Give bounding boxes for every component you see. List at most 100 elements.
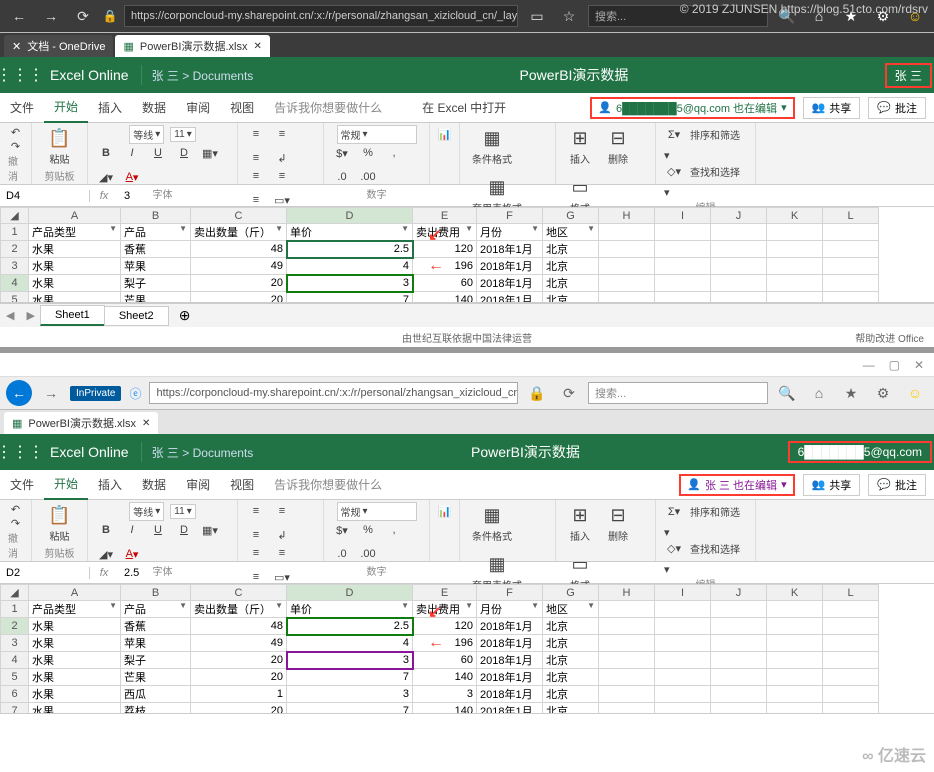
search-icon[interactable]: 🔍 [774,380,800,406]
double-underline-button[interactable]: D [174,144,194,162]
col-header[interactable]: J [711,208,767,224]
col-header[interactable]: I [655,208,711,224]
italic-button[interactable]: I [122,521,142,539]
url-input[interactable]: https://corponcloud-my.sharepoint.cn/:x:… [124,5,518,27]
tab-home[interactable]: 开始 [44,470,88,500]
col-header[interactable]: E [413,208,477,224]
refresh-button[interactable]: ⟳ [556,380,582,406]
share-button[interactable]: 👥 共享 [803,97,861,119]
fx-icon[interactable]: fx [90,567,118,579]
tab-file[interactable]: 文件 [0,93,44,123]
tab-data[interactable]: 数据 [132,470,176,500]
add-sheet-button[interactable]: ⊕ [169,307,201,324]
home-icon[interactable]: ⌂ [806,380,832,406]
smile-icon[interactable]: ☺ [902,380,928,406]
wrap-text-icon[interactable]: ↲ [272,526,292,544]
tab-view[interactable]: 视图 [220,93,264,123]
italic-button[interactable]: I [122,144,142,162]
tab-home[interactable]: 开始 [44,93,88,123]
find-button[interactable]: 查找和选择 [690,541,740,556]
spreadsheet-grid-2[interactable]: ◢ A B C D E F G H I J K L 1产品类型▼产品▼卖出数量（… [0,584,934,714]
currency-icon[interactable]: $▾ [332,521,352,539]
tab-file[interactable]: 文件 [0,470,44,500]
tab-insert[interactable]: 插入 [88,470,132,500]
align-center-icon[interactable]: ≡ [272,167,292,185]
survey-icon[interactable]: 📊 [435,125,455,143]
bold-button[interactable]: B [96,521,116,539]
open-in-excel[interactable]: 在 Excel 中打开 [412,93,516,123]
fx-icon[interactable]: fx [90,190,118,202]
current-user[interactable]: 张 三 [885,63,932,88]
wrap-text-icon[interactable]: ↲ [272,149,292,167]
double-underline-button[interactable]: D [174,521,194,539]
col-header[interactable]: C [191,585,287,601]
app-launcher-icon[interactable]: ⋮⋮⋮ [2,434,38,470]
back-button[interactable]: ← [6,380,32,406]
font-size-select[interactable]: 11 ▾ [170,504,195,519]
align-bot-icon[interactable]: ≡ [246,149,266,167]
tab-insert[interactable]: 插入 [88,93,132,123]
number-format-select[interactable]: 常规 ▾ [337,502,417,521]
coediting-indicator[interactable]: 👤 6███████5@qq.com 也在编辑 ▾ [590,97,794,119]
align-left-icon[interactable]: ≡ [246,544,266,562]
insert-cells-button[interactable]: ⊞插入 [564,125,596,168]
filter-icon[interactable]: ▼ [109,224,117,233]
col-header[interactable]: L [823,208,879,224]
delete-cells-button[interactable]: ⊟删除 [602,502,634,545]
maximize-icon[interactable]: ▢ [889,358,900,372]
tab-view[interactable]: 视图 [220,470,264,500]
fill-color-button[interactable]: ◢▾ [96,168,116,186]
forward-button[interactable]: → [38,380,64,406]
col-header[interactable]: K [767,585,823,601]
font-color-button[interactable]: A▾ [122,168,142,186]
number-format-select[interactable]: 常规 ▾ [337,125,417,144]
dec-decimal-icon[interactable]: .00 [358,545,378,563]
comma-icon[interactable]: , [384,144,404,162]
browser-tab-onedrive[interactable]: ✕ 文档 - OneDrive [4,35,113,57]
col-header[interactable]: F [477,208,543,224]
survey-icon[interactable]: 📊 [435,502,455,520]
col-header[interactable]: B [121,208,191,224]
border-button[interactable]: ▦▾ [200,144,220,162]
find-button[interactable]: 查找和选择 [690,164,740,179]
sheet-nav-next[interactable]: ▶ [20,309,40,322]
col-header[interactable]: G [543,585,599,601]
close-icon[interactable]: ✕ [914,358,924,372]
currency-icon[interactable]: $▾ [332,144,352,162]
tab-review[interactable]: 审阅 [176,470,220,500]
spreadsheet-grid-1[interactable]: ◢ A B C D E F G H I J K L 1产品类型▼产品▼卖出数量（… [0,207,934,303]
font-select[interactable]: 等线 ▾ [129,502,164,521]
redo-icon[interactable]: ↷ [6,139,26,153]
col-header[interactable]: C [191,208,287,224]
align-bot-icon[interactable]: ≡ [246,526,266,544]
undo-icon[interactable]: ↶ [6,502,26,516]
close-icon[interactable]: ✕ [142,418,150,429]
comments-button[interactable]: 💬 批注 [868,474,926,496]
select-all[interactable]: ◢ [1,208,29,224]
col-header[interactable]: J [711,585,767,601]
tell-me-input[interactable]: 告诉我你想要做什么 [264,93,392,123]
col-header[interactable]: D [287,585,413,601]
favs-icon[interactable]: ★ [838,380,864,406]
sheet-tab[interactable]: Sheet1 [40,305,105,326]
current-user[interactable]: 6███████5@qq.com [788,441,932,463]
underline-button[interactable]: U [148,521,168,539]
cond-format-button[interactable]: ▦条件格式 [468,502,516,545]
name-box[interactable]: D4 [0,190,90,202]
browser-tab-excel[interactable]: ▦ PowerBI演示数据.xlsx ✕ [4,412,158,434]
help-link[interactable]: 帮助改进 Office [855,330,924,345]
align-center-icon[interactable]: ≡ [272,544,292,562]
close-icon[interactable]: ✕ [253,41,261,52]
font-color-button[interactable]: A▾ [122,545,142,563]
col-header[interactable]: L [823,585,879,601]
browser-tab-excel[interactable]: ▦ PowerBI演示数据.xlsx ✕ [115,35,269,57]
col-header[interactable]: K [767,208,823,224]
favorite-icon[interactable]: ☆ [556,3,582,29]
col-header[interactable]: H [599,208,655,224]
delete-cells-button[interactable]: ⊟删除 [602,125,634,168]
inc-decimal-icon[interactable]: .0 [332,545,352,563]
col-header[interactable]: F [477,585,543,601]
col-header[interactable]: A [29,585,121,601]
fill-color-button[interactable]: ◢▾ [96,545,116,563]
tab-data[interactable]: 数据 [132,93,176,123]
